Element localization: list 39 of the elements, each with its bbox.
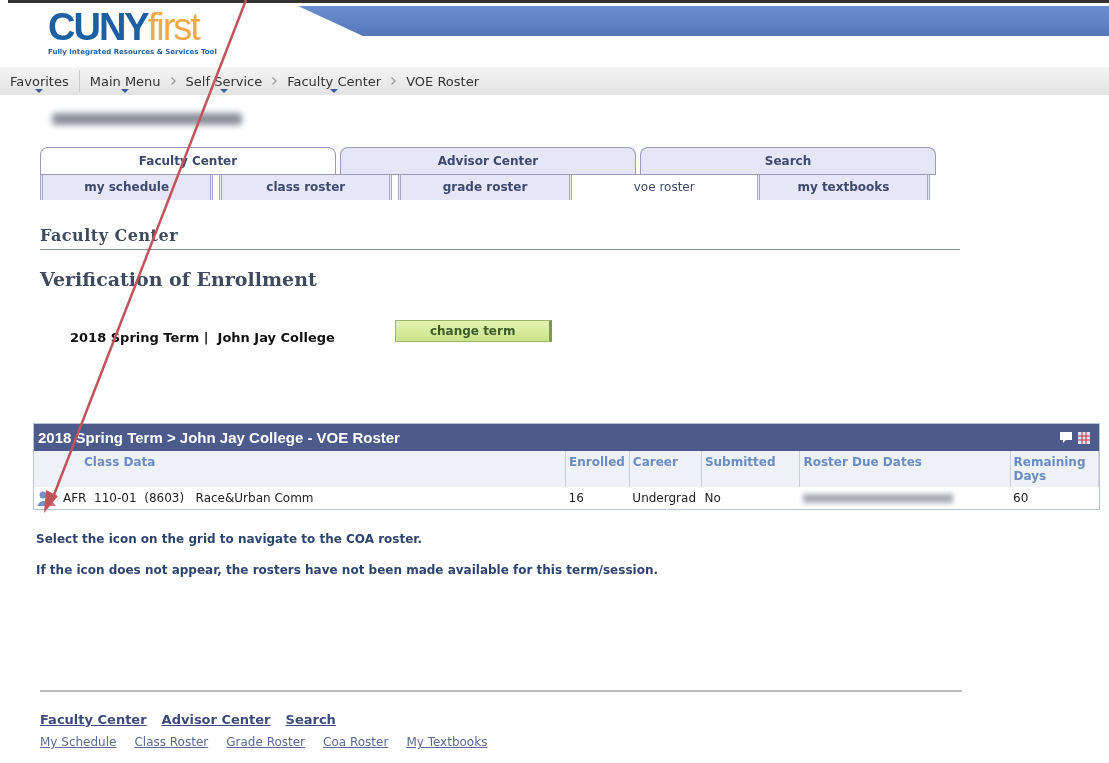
footer-link[interactable]: Faculty Center (40, 712, 147, 727)
subtab[interactable]: class roster (219, 175, 393, 200)
footer-link[interactable]: My Schedule (40, 735, 117, 749)
column-header: Roster Due Dates (799, 451, 1011, 487)
footer-link[interactable]: Class Roster (134, 735, 209, 749)
breadcrumb-link[interactable]: Faculty Center (277, 73, 392, 89)
grid-title: 2018 Spring Term > John Jay College - VOE Roster (38, 429, 400, 446)
table-cell: 16 (568, 491, 584, 505)
column-header: Class Data (34, 451, 566, 487)
tab[interactable]: Search (640, 147, 936, 174)
breadcrumb-link[interactable]: Favorites (0, 73, 79, 89)
chevron-icon (272, 77, 278, 85)
breadcrumb-link[interactable]: Self Service (175, 73, 273, 89)
chevron-icon (391, 77, 397, 85)
table-cell: AFR 110-01 (8603) Race&Urban Comm (63, 490, 314, 505)
column-header: Enrolled (565, 451, 630, 487)
footer-link[interactable]: Search (285, 712, 336, 727)
footer-link[interactable]: Grade Roster (226, 735, 306, 749)
instruction-text: Select the icon on the grid to navigate to the COA roster. (36, 532, 424, 546)
footer-link[interactable]: Advisor Center (161, 712, 271, 727)
chevron-icon (170, 77, 176, 85)
zoom-icon[interactable] (1059, 430, 1073, 443)
column-header: Career (629, 451, 702, 487)
table-cell: Undergrad (632, 491, 696, 505)
subtab[interactable]: grade roster (398, 175, 572, 200)
column-header: Remaining Days (1010, 451, 1099, 487)
change-term-button[interactable]: change term (394, 319, 553, 342)
column-header: Submitted (701, 451, 800, 487)
footer-link[interactable]: My Textbooks (406, 735, 488, 749)
breadcrumb-link[interactable]: Main Menu (79, 73, 171, 89)
instruction-text: If the icon does not appear, the rosters have not been made available for this term/session. (36, 563, 659, 577)
subtab[interactable]: my schedule (40, 175, 214, 200)
tab[interactable]: Advisor Center (340, 147, 636, 174)
footer-link[interactable]: Coa Roster (323, 735, 389, 749)
breadcrumb-link[interactable]: VOE Roster (396, 73, 489, 89)
table-cell: 60 (1013, 491, 1029, 505)
spreadsheet-icon[interactable] (1077, 430, 1091, 445)
table-cell: No (704, 491, 721, 505)
subtab[interactable]: my textbooks (756, 175, 930, 200)
